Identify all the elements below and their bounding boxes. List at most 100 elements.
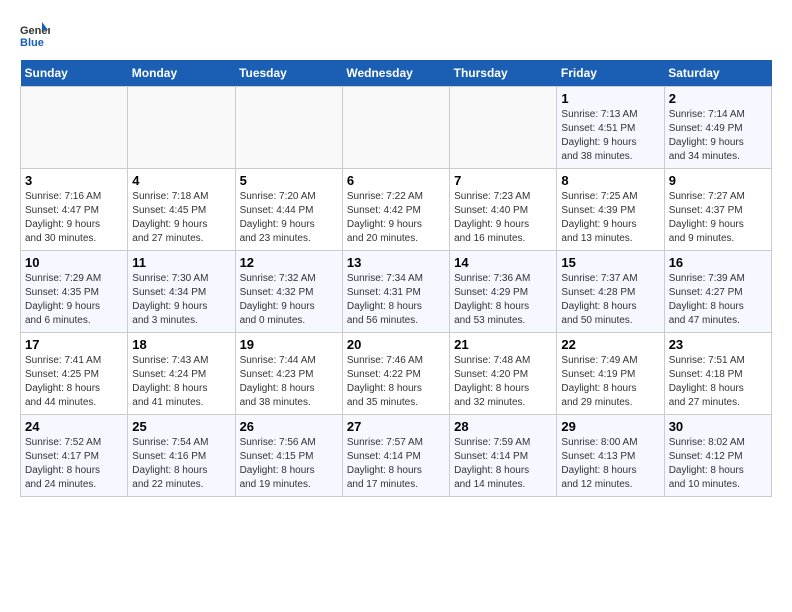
day-number: 16: [669, 255, 767, 270]
day-number: 18: [132, 337, 230, 352]
day-info: Sunrise: 7:36 AM Sunset: 4:29 PM Dayligh…: [454, 272, 552, 328]
day-number: 24: [25, 419, 123, 434]
day-number: 5: [240, 173, 338, 188]
day-number: 27: [347, 419, 445, 434]
calendar-cell: 17 Sunrise: 7:41 AM Sunset: 4:25 PM Dayli…: [21, 333, 128, 415]
calendar-cell: 20 Sunrise: 7:46 AM Sunset: 4:22 PM Dayli…: [342, 333, 449, 415]
page-header: General Blue: [20, 20, 772, 50]
calendar-cell: 3 Sunrise: 7:16 AM Sunset: 4:47 PM Daylig…: [21, 169, 128, 251]
day-number: 28: [454, 419, 552, 434]
calendar-cell: 25Sunrise: 7:54 AM Sunset: 4:16 PM Dayli…: [128, 415, 235, 497]
calendar-cell: 7 Sunrise: 7:23 AM Sunset: 4:40 PM Daylig…: [450, 169, 557, 251]
calendar-cell: 2Sunrise: 7:14 AM Sunset: 4:49 PM Daylig…: [664, 87, 771, 169]
calendar-cell: [342, 87, 449, 169]
day-info: Sunrise: 7:16 AM Sunset: 4:47 PM Dayligh…: [25, 190, 123, 246]
calendar-cell: 21Sunrise: 7:48 AM Sunset: 4:20 PM Dayli…: [450, 333, 557, 415]
calendar-header-row: SundayMondayTuesdayWednesdayThursdayFrid…: [21, 60, 772, 87]
day-info: Sunrise: 7:32 AM Sunset: 4:32 PM Dayligh…: [240, 272, 338, 328]
day-number: 14: [454, 255, 552, 270]
calendar-cell: 6Sunrise: 7:22 AM Sunset: 4:42 PM Daylig…: [342, 169, 449, 251]
day-info: Sunrise: 7:25 AM Sunset: 4:39 PM Dayligh…: [561, 190, 659, 246]
calendar-week-row: 3 Sunrise: 7:16 AM Sunset: 4:47 PM Daylig…: [21, 169, 772, 251]
day-info: Sunrise: 8:00 AM Sunset: 4:13 PM Dayligh…: [561, 436, 659, 492]
day-number: 7: [454, 173, 552, 188]
day-number: 22: [561, 337, 659, 352]
day-number: 21: [454, 337, 552, 352]
day-info: Sunrise: 7:51 AM Sunset: 4:18 PM Dayligh…: [669, 354, 767, 410]
day-info: Sunrise: 7:57 AM Sunset: 4:14 PM Dayligh…: [347, 436, 445, 492]
weekday-header: Thursday: [450, 60, 557, 87]
calendar-cell: [21, 87, 128, 169]
day-number: 1: [561, 91, 659, 106]
day-number: 15: [561, 255, 659, 270]
weekday-header: Tuesday: [235, 60, 342, 87]
day-info: Sunrise: 7:20 AM Sunset: 4:44 PM Dayligh…: [240, 190, 338, 246]
day-info: Sunrise: 7:43 AM Sunset: 4:24 PM Dayligh…: [132, 354, 230, 410]
weekday-header: Monday: [128, 60, 235, 87]
calendar-cell: [450, 87, 557, 169]
day-number: 17: [25, 337, 123, 352]
logo-icon: General Blue: [20, 20, 50, 50]
day-info: Sunrise: 7:46 AM Sunset: 4:22 PM Dayligh…: [347, 354, 445, 410]
calendar-cell: 30 Sunrise: 8:02 AM Sunset: 4:12 PM Dayli…: [664, 415, 771, 497]
calendar-week-row: 10 Sunrise: 7:29 AM Sunset: 4:35 PM Dayli…: [21, 251, 772, 333]
calendar-cell: 27 Sunrise: 7:57 AM Sunset: 4:14 PM Dayli…: [342, 415, 449, 497]
day-info: Sunrise: 7:34 AM Sunset: 4:31 PM Dayligh…: [347, 272, 445, 328]
svg-text:Blue: Blue: [20, 37, 44, 49]
calendar-cell: 18 Sunrise: 7:43 AM Sunset: 4:24 PM Dayli…: [128, 333, 235, 415]
weekday-header: Wednesday: [342, 60, 449, 87]
day-info: Sunrise: 8:02 AM Sunset: 4:12 PM Dayligh…: [669, 436, 767, 492]
calendar-cell: 28Sunrise: 7:59 AM Sunset: 4:14 PM Dayli…: [450, 415, 557, 497]
day-number: 4: [132, 173, 230, 188]
day-number: 30: [669, 419, 767, 434]
day-number: 13: [347, 255, 445, 270]
calendar-cell: [235, 87, 342, 169]
day-number: 9: [669, 173, 767, 188]
day-info: Sunrise: 7:29 AM Sunset: 4:35 PM Dayligh…: [25, 272, 123, 328]
day-info: Sunrise: 7:52 AM Sunset: 4:17 PM Dayligh…: [25, 436, 123, 492]
calendar-cell: [128, 87, 235, 169]
logo: General Blue: [20, 20, 50, 50]
day-number: 12: [240, 255, 338, 270]
calendar-cell: 1Sunrise: 7:13 AM Sunset: 4:51 PM Daylig…: [557, 87, 664, 169]
calendar-cell: 10 Sunrise: 7:29 AM Sunset: 4:35 PM Dayli…: [21, 251, 128, 333]
calendar-cell: 4Sunrise: 7:18 AM Sunset: 4:45 PM Daylig…: [128, 169, 235, 251]
day-info: Sunrise: 7:49 AM Sunset: 4:19 PM Dayligh…: [561, 354, 659, 410]
calendar-cell: 13 Sunrise: 7:34 AM Sunset: 4:31 PM Dayli…: [342, 251, 449, 333]
day-info: Sunrise: 7:37 AM Sunset: 4:28 PM Dayligh…: [561, 272, 659, 328]
day-number: 3: [25, 173, 123, 188]
day-info: Sunrise: 7:22 AM Sunset: 4:42 PM Dayligh…: [347, 190, 445, 246]
weekday-header: Friday: [557, 60, 664, 87]
calendar-cell: 22 Sunrise: 7:49 AM Sunset: 4:19 PM Dayli…: [557, 333, 664, 415]
calendar-cell: 26 Sunrise: 7:56 AM Sunset: 4:15 PM Dayli…: [235, 415, 342, 497]
day-info: Sunrise: 7:39 AM Sunset: 4:27 PM Dayligh…: [669, 272, 767, 328]
calendar-cell: 5 Sunrise: 7:20 AM Sunset: 4:44 PM Daylig…: [235, 169, 342, 251]
day-number: 26: [240, 419, 338, 434]
day-number: 8: [561, 173, 659, 188]
calendar-cell: 29 Sunrise: 8:00 AM Sunset: 4:13 PM Dayli…: [557, 415, 664, 497]
day-number: 11: [132, 255, 230, 270]
calendar-body: 1Sunrise: 7:13 AM Sunset: 4:51 PM Daylig…: [21, 87, 772, 497]
day-info: Sunrise: 7:54 AM Sunset: 4:16 PM Dayligh…: [132, 436, 230, 492]
day-number: 23: [669, 337, 767, 352]
day-number: 20: [347, 337, 445, 352]
day-info: Sunrise: 7:41 AM Sunset: 4:25 PM Dayligh…: [25, 354, 123, 410]
calendar-cell: 19 Sunrise: 7:44 AM Sunset: 4:23 PM Dayli…: [235, 333, 342, 415]
weekday-header: Saturday: [664, 60, 771, 87]
day-info: Sunrise: 7:23 AM Sunset: 4:40 PM Dayligh…: [454, 190, 552, 246]
calendar-table: SundayMondayTuesdayWednesdayThursdayFrid…: [20, 60, 772, 497]
weekday-header: Sunday: [21, 60, 128, 87]
day-info: Sunrise: 7:56 AM Sunset: 4:15 PM Dayligh…: [240, 436, 338, 492]
calendar-cell: 24 Sunrise: 7:52 AM Sunset: 4:17 PM Dayli…: [21, 415, 128, 497]
day-number: 29: [561, 419, 659, 434]
day-info: Sunrise: 7:30 AM Sunset: 4:34 PM Dayligh…: [132, 272, 230, 328]
calendar-cell: 9Sunrise: 7:27 AM Sunset: 4:37 PM Daylig…: [664, 169, 771, 251]
day-number: 2: [669, 91, 767, 106]
calendar-week-row: 24 Sunrise: 7:52 AM Sunset: 4:17 PM Dayli…: [21, 415, 772, 497]
calendar-cell: 8 Sunrise: 7:25 AM Sunset: 4:39 PM Daylig…: [557, 169, 664, 251]
calendar-week-row: 17 Sunrise: 7:41 AM Sunset: 4:25 PM Dayli…: [21, 333, 772, 415]
day-number: 19: [240, 337, 338, 352]
day-info: Sunrise: 7:44 AM Sunset: 4:23 PM Dayligh…: [240, 354, 338, 410]
day-number: 10: [25, 255, 123, 270]
calendar-cell: 11 Sunrise: 7:30 AM Sunset: 4:34 PM Dayli…: [128, 251, 235, 333]
